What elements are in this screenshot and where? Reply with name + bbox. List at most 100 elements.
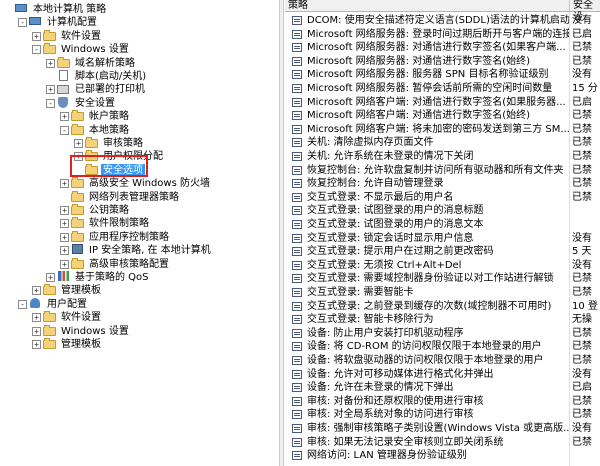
expand-toggle-icon[interactable]: +: [60, 232, 69, 242]
expand-toggle-icon[interactable]: +: [32, 326, 41, 336]
tree-node[interactable]: - Windows 设置: [0, 43, 278, 56]
policy-row[interactable]: 交互式登录: 不显示最后的用户名 已禁: [285, 191, 600, 205]
tree-node[interactable]: 网络列表管理器策略: [0, 190, 278, 204]
folder-icon: [71, 110, 85, 122]
policy-row[interactable]: Microsoft 网络服务器: 服务器 SPN 目标名称验证级别 没有: [285, 68, 600, 82]
tree-node[interactable]: + 域名解析策略: [0, 56, 278, 70]
collapse-toggle-icon[interactable]: -: [46, 98, 55, 108]
policy-row[interactable]: Microsoft 网络客户端: 对通信进行数字签名(始终) 已禁: [285, 109, 600, 123]
policy-row[interactable]: 设备: 将软盘驱动器的访问权限仅限于本地登录的用户 已禁: [285, 354, 600, 368]
policy-row[interactable]: 设备: 允许对可移动媒体进行格式化并弹出 没有: [285, 368, 600, 382]
policy-row[interactable]: 关机: 允许系统在未登录的情况下关闭 已禁: [285, 150, 600, 164]
expand-toggle-icon[interactable]: +: [46, 273, 55, 282]
tree-node[interactable]: + 帐户策略: [0, 110, 278, 123]
policy-name: Microsoft 网络客户端: 对通信进行数字签名(始终): [307, 110, 531, 122]
tree-node[interactable]: + 高级安全 Windows 防火墙: [0, 177, 278, 190]
policy-setting-icon: [292, 192, 302, 202]
tree-node[interactable]: + 软件限制策略: [0, 217, 278, 230]
policy-row[interactable]: 交互式登录: 需要智能卡 已禁: [285, 286, 600, 300]
tree-node[interactable]: - 本地策略: [0, 123, 278, 137]
expand-toggle-icon[interactable]: +: [60, 206, 69, 215]
collapse-toggle-icon[interactable]: -: [18, 18, 27, 28]
policy-row[interactable]: Microsoft 网络服务器: 登录时间过期后断开与客户端的连接 已启: [285, 28, 600, 42]
folder-icon: [71, 257, 85, 270]
expand-toggle-icon[interactable]: +: [74, 139, 83, 148]
expand-toggle-icon[interactable]: +: [46, 85, 55, 95]
policy-row[interactable]: 关机: 清除虚拟内存页面文件 已禁: [285, 136, 600, 150]
tree-node-label: 安全设置: [75, 97, 115, 109]
tree-node[interactable]: - 用户配置: [0, 297, 278, 311]
expand-toggle-icon[interactable]: +: [32, 31, 41, 41]
policy-row[interactable]: 交互式登录: 提示用户在过期之前更改密码 5 天: [285, 245, 600, 259]
policy-name: Microsoft 网络客户端: 将未加密的密码发送到第三方 SM...: [307, 123, 569, 135]
expand-toggle-icon[interactable]: +: [32, 340, 41, 349]
policy-setting-value: 15 分: [572, 83, 598, 94]
expand-toggle-icon[interactable]: +: [60, 259, 69, 269]
tree-node-label: 已部署的打印机: [75, 84, 145, 96]
column-header-setting[interactable]: 安全设: [570, 0, 600, 23]
policy-row[interactable]: 交互式登录: 需要域控制器身份验证以对工作站进行解锁 已禁: [285, 272, 600, 286]
tree-node[interactable]: + Windows 设置: [0, 324, 278, 338]
policy-row[interactable]: Microsoft 网络服务器: 对通信进行数字签名(如果客户端... 已禁: [285, 41, 600, 55]
policy-row[interactable]: Microsoft 网络客户端: 将未加密的密码发送到第三方 SM... 已禁: [285, 123, 600, 137]
policy-name: 关机: 清除虚拟内存页面文件: [307, 137, 434, 149]
policy-name: 交互式登录: 试图登录的用户的消息文本: [307, 219, 484, 230]
policy-row[interactable]: Microsoft 网络客户端: 对通信进行数字签名(如果服务器... 已启: [285, 96, 600, 110]
expand-toggle-icon[interactable]: +: [60, 246, 69, 256]
collapse-toggle-icon[interactable]: -: [60, 125, 69, 135]
tree-node[interactable]: + 管理模板: [0, 284, 278, 297]
policy-row[interactable]: 审核: 强制审核策略子类别设置(Windows Vista 或更高版... 没有: [285, 422, 600, 436]
tree-node[interactable]: + 公钥策略: [0, 204, 278, 217]
expand-toggle-icon[interactable]: +: [60, 112, 69, 122]
tree-node[interactable]: + 管理模板: [0, 338, 278, 351]
policy-row[interactable]: DCOM: 使用安全描述符定义语言(SDDL)语法的计算机启动限制 没有: [285, 14, 600, 28]
policy-row[interactable]: 设备: 允许在未登录的情况下弹出 已启: [285, 381, 600, 395]
tree-node[interactable]: + IP 安全策略, 在 本地计算机: [0, 244, 278, 257]
policy-row[interactable]: 恢复控制台: 允许软盘复制并访问所有驱动器和所有文件夹 已禁: [285, 164, 600, 178]
policy-row[interactable]: 审核: 如果无法记录安全审核则立即关闭系统 已禁: [285, 436, 600, 450]
policy-row[interactable]: Microsoft 网络服务器: 暂停会话前所需的空闲时间数量 15 分: [285, 82, 600, 96]
expand-toggle-icon[interactable]: +: [60, 179, 69, 189]
pane-splitter[interactable]: [279, 0, 284, 466]
tree-node[interactable]: - 计算机配置: [0, 16, 278, 29]
collapse-toggle-icon[interactable]: -: [18, 299, 27, 309]
expand-toggle-icon[interactable]: +: [60, 219, 69, 229]
tree-node[interactable]: + 基于策略的 QoS: [0, 271, 278, 284]
expand-toggle-icon[interactable]: +: [32, 286, 41, 296]
tree-node[interactable]: + 审核策略: [0, 137, 278, 150]
collapse-toggle-icon[interactable]: -: [32, 45, 41, 55]
policy-row[interactable]: Microsoft 网络服务器: 对通信进行数字签名(始终) 已禁: [285, 55, 600, 69]
policy-row[interactable]: 审核: 对备份和还原权限的使用进行审核 已禁: [285, 395, 600, 409]
policy-row[interactable]: 设备: 将 CD-ROM 的访问权限仅限于本地登录的用户 已禁: [285, 340, 600, 354]
policy-row[interactable]: 交互式登录: 锁定会话时显示用户信息 没有: [285, 232, 600, 246]
tree-node[interactable]: + 已部署的打印机: [0, 83, 278, 96]
policy-setting-icon: [292, 247, 302, 257]
policy-row[interactable]: 交互式登录: 之前登录到缓存的次数(域控制器不可用时) 10 登: [285, 300, 600, 314]
policy-setting-value: 已启: [572, 96, 592, 108]
policy-row[interactable]: 交互式登录: 试图登录的用户的消息文本: [285, 218, 600, 232]
policy-setting-icon: [292, 369, 302, 379]
expand-toggle-icon[interactable]: +: [46, 58, 55, 68]
policy-row[interactable]: 交互式登录: 无须按 Ctrl+Alt+Del 没有: [285, 259, 600, 273]
tree-node[interactable]: 本地计算机 策略: [0, 3, 278, 16]
policy-setting-icon: [292, 315, 302, 325]
tree-node[interactable]: + 软件设置: [0, 29, 278, 43]
policy-row[interactable]: 交互式登录: 试图登录的用户的消息标题: [285, 204, 600, 218]
column-header-policy[interactable]: 策略: [285, 0, 570, 12]
tree-node[interactable]: - 安全设置: [0, 96, 278, 110]
tree-node[interactable]: + 应用程序控制策略: [0, 230, 278, 244]
expand-toggle-icon[interactable]: +: [32, 313, 41, 323]
policy-setting-icon: [292, 437, 302, 447]
policy-row[interactable]: 恢复控制台: 允许自动管理登录 已禁: [285, 177, 600, 191]
tree-node[interactable]: 脚本(启动/关机): [0, 70, 278, 83]
tree-node[interactable]: + 高级审核策略配置: [0, 257, 278, 271]
tree-node-label: 高级审核策略配置: [89, 258, 169, 270]
tree-node[interactable]: + 软件设置: [0, 311, 278, 324]
policy-row[interactable]: 设备: 防止用户安装打印机驱动程序 已禁: [285, 327, 600, 341]
policy-row[interactable]: 审核: 对全局系统对象的访问进行审核 已禁: [285, 408, 600, 422]
policy-row[interactable]: 交互式登录: 智能卡移除行为 无操: [285, 313, 600, 327]
policy-setting-value: 无操: [572, 314, 592, 326]
policy-setting-icon: [292, 301, 302, 311]
policy-row[interactable]: 网络访问: LAN 管理器身份验证级别: [285, 449, 600, 463]
folder-icon: [71, 217, 85, 229]
